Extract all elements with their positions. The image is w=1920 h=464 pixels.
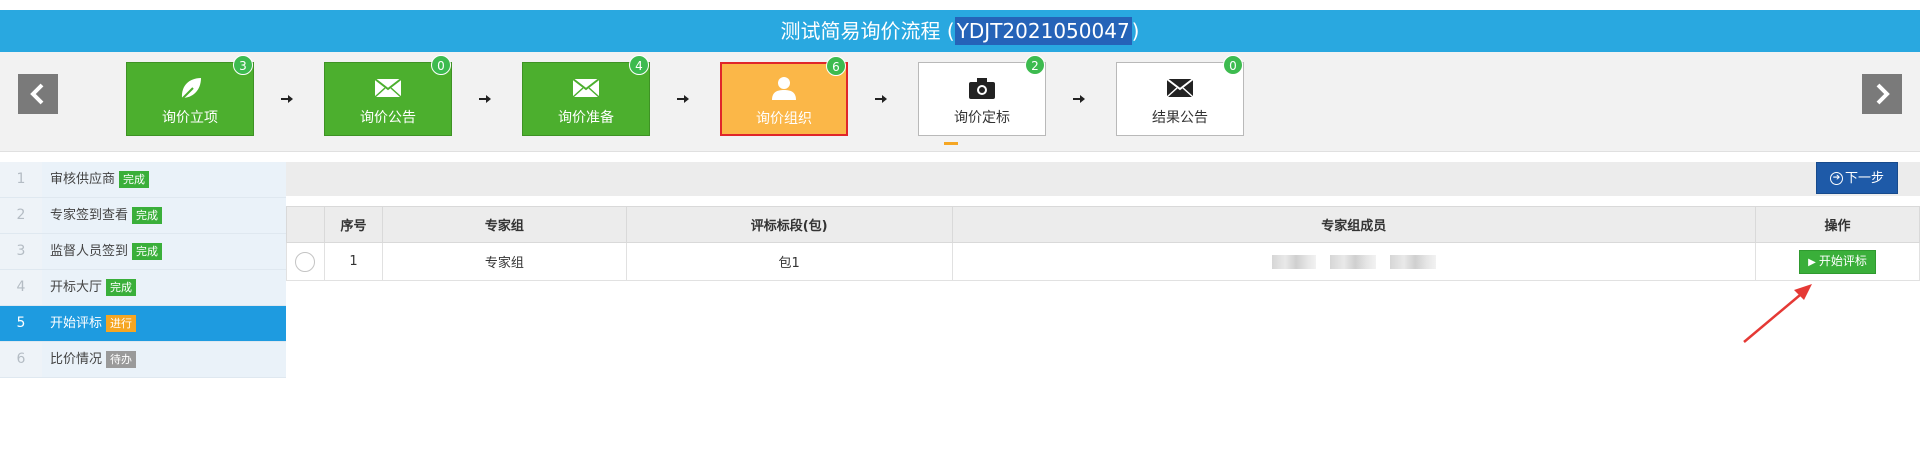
sidebar-item-number: 2 (0, 198, 42, 233)
sidebar-item-label: 开始评标 (50, 316, 103, 331)
user-icon (772, 77, 796, 100)
column-header-expert-group: 专家组 (381, 206, 627, 243)
current-step-indicator (944, 142, 958, 145)
arrow-right-icon (281, 95, 293, 103)
sidebar-item-number: 4 (0, 270, 42, 305)
page-title-prefix: 测试简易询价流程 ( (780, 19, 955, 43)
row-select-radio[interactable] (295, 251, 316, 272)
sidebar-item-number: 5 (0, 306, 42, 341)
status-badge: 进行 (106, 315, 137, 332)
step-count-badge: 2 (1025, 55, 1045, 75)
column-header-index: 序号 (323, 206, 383, 243)
previous-arrow-button[interactable] (18, 74, 58, 114)
arrow-right-icon (677, 95, 689, 103)
sidebar-item-label: 专家签到查看 (50, 208, 129, 223)
leaf-icon (180, 78, 201, 101)
envelope-icon (374, 78, 402, 98)
sidebar-item-supervisor-signin[interactable]: 3 监督人员签到 完成 (0, 234, 286, 270)
step-count-badge: 0 (1223, 55, 1243, 75)
step-label: 询价公告 (360, 110, 416, 126)
sidebar-item-number: 1 (0, 162, 42, 197)
subtask-sidebar: 1 审核供应商 完成 2 专家签到查看 完成 3 监督人员签到 完成 4 开标大厅 完成… (0, 162, 286, 378)
play-icon: ▶ (1808, 256, 1816, 268)
table-row: 1 专家组 包1 ▶ 开始评标 (286, 242, 1920, 281)
page: 测试简易询价流程 (YDJT2021050047) 3 询价立项 0 询价公告 … (0, 0, 1920, 464)
arrow-right-icon (1073, 95, 1085, 103)
step-inquiry-announcement[interactable]: 0 询价公告 (324, 55, 452, 136)
envelope-icon (1166, 78, 1194, 98)
step-result-announcement[interactable]: 0 结果公告 (1116, 55, 1244, 136)
step-label: 结果公告 (1152, 110, 1208, 126)
cell-bid-section: 包1 (625, 242, 953, 281)
status-badge: 完成 (132, 207, 163, 224)
next-step-button[interactable]: ➔ 下一步 (1816, 162, 1898, 194)
sidebar-item-number: 6 (0, 342, 42, 377)
cell-expert-group: 专家组 (381, 242, 627, 281)
cell-members (951, 242, 1757, 281)
arrow-right-icon (479, 95, 491, 103)
step-inquiry-preparation[interactable]: 4 询价准备 (522, 55, 650, 136)
sidebar-item-label: 开标大厅 (50, 280, 103, 295)
redacted-member (1271, 254, 1316, 269)
sidebar-item-review-suppliers[interactable]: 1 审核供应商 完成 (0, 162, 286, 198)
sidebar-item-start-evaluation[interactable]: 5 开始评标 进行 (0, 306, 286, 342)
title-bar: 测试简易询价流程 (YDJT2021050047) (0, 10, 1920, 52)
expert-group-table: 序号 专家组 评标标段(包) 专家组成员 操作 1 专家组 包1 ▶ 开始评标 (286, 206, 1920, 281)
step-count-badge: 3 (233, 55, 253, 75)
sidebar-item-price-comparison[interactable]: 6 比价情况 待办 (0, 342, 286, 378)
chevron-right-icon (1876, 83, 1890, 105)
sidebar-item-label: 比价情况 (50, 352, 103, 367)
column-header-bid-section: 评标标段(包) (625, 206, 953, 243)
column-header-members: 专家组成员 (951, 206, 1757, 243)
start-evaluation-label: 开始评标 (1818, 253, 1867, 268)
status-badge: 完成 (132, 243, 163, 260)
column-header-select (286, 206, 325, 243)
content-toolbar (286, 162, 1920, 196)
status-badge: 待办 (106, 351, 137, 368)
status-badge: 完成 (119, 171, 150, 188)
step-inquiry-organization[interactable]: 6 询价组织 (720, 56, 848, 136)
arrow-right-icon (875, 95, 887, 103)
project-code: YDJT2021050047 (954, 17, 1132, 45)
cell-index: 1 (323, 242, 383, 281)
step-label: 询价准备 (558, 110, 614, 126)
step-inquiry-setup[interactable]: 3 询价立项 (126, 55, 254, 136)
step-label: 询价立项 (162, 110, 218, 126)
process-step-bar: 3 询价立项 0 询价公告 4 询价准备 6 询价组织 2 询价定标 0 结果公… (0, 52, 1920, 152)
page-title-suffix: ) (1131, 19, 1140, 43)
envelope-icon (572, 78, 600, 98)
step-count-badge: 4 (629, 55, 649, 75)
arrow-circle-icon: ➔ (1829, 172, 1843, 185)
sidebar-item-number: 3 (0, 234, 42, 269)
annotation-arrow (1743, 284, 1812, 343)
redacted-member (1389, 254, 1436, 269)
chevron-left-icon (30, 83, 44, 105)
sidebar-item-bid-opening-hall[interactable]: 4 开标大厅 完成 (0, 270, 286, 306)
sidebar-item-label: 监督人员签到 (50, 244, 129, 259)
step-label: 询价定标 (954, 110, 1010, 126)
sidebar-item-expert-signin[interactable]: 2 专家签到查看 完成 (0, 198, 286, 234)
next-step-label: 下一步 (1844, 171, 1884, 186)
row-select-cell (286, 242, 325, 281)
step-count-badge: 6 (826, 56, 846, 76)
redacted-member (1329, 254, 1376, 269)
sidebar-item-label: 审核供应商 (50, 172, 116, 187)
step-inquiry-award[interactable]: 2 询价定标 (918, 55, 1046, 136)
column-header-actions: 操作 (1755, 206, 1920, 243)
cell-actions: ▶ 开始评标 (1755, 242, 1920, 281)
step-label: 询价组织 (756, 111, 812, 127)
camera-icon (969, 78, 995, 99)
status-badge: 完成 (106, 279, 137, 296)
start-evaluation-button[interactable]: ▶ 开始评标 (1799, 249, 1876, 274)
step-count-badge: 0 (431, 55, 451, 75)
table-header-row: 序号 专家组 评标标段(包) 专家组成员 操作 (286, 206, 1920, 243)
next-arrow-button[interactable] (1862, 74, 1902, 114)
